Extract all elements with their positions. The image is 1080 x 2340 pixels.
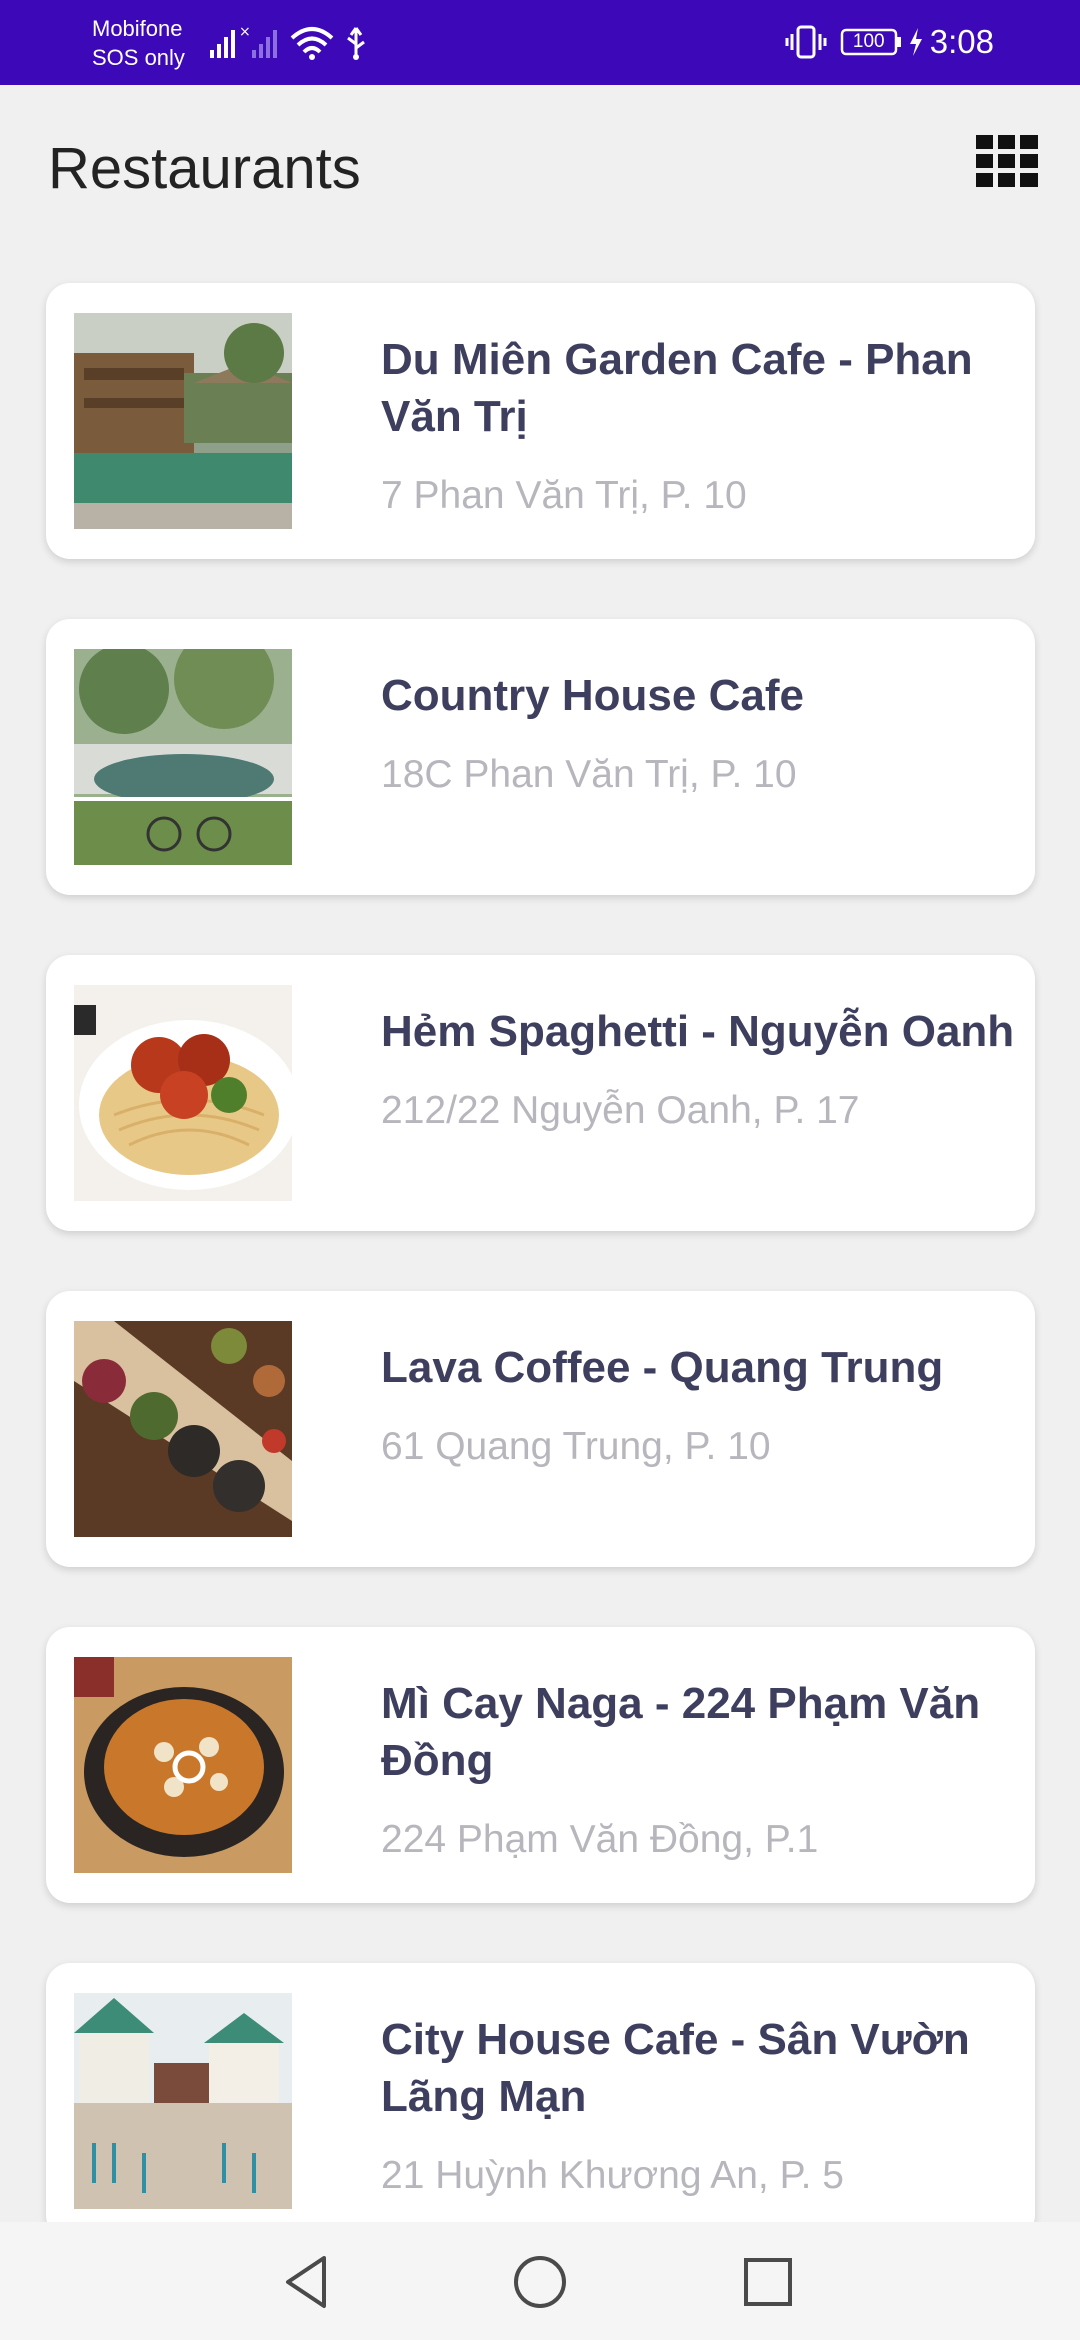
battery-level: 100 (852, 31, 885, 52)
restaurant-thumbnail (74, 985, 292, 1201)
restaurant-thumbnail (74, 313, 292, 529)
navigation-bar (0, 2222, 1080, 2340)
restaurant-card[interactable]: Mì Cay Naga - 224 Phạm Văn Đồng 224 Phạm… (46, 1627, 1035, 1903)
restaurant-text: Du Miên Garden Cafe - Phan Văn Trị 7 Pha… (381, 331, 1017, 521)
screen: Mobifone SOS only × 100 3:08 Restaurants… (0, 0, 1080, 2340)
back-triangle-icon (286, 2256, 326, 2308)
country-house-photo (74, 649, 292, 865)
restaurant-text: City House Cafe - Sân Vườn Lãng Mạn 21 H… (381, 2011, 1017, 2201)
city-house-photo (74, 1993, 292, 2209)
restaurant-thumbnail (74, 1657, 292, 1873)
restaurant-name: City House Cafe - Sân Vườn Lãng Mạn (381, 2015, 970, 2121)
restaurant-address: 212/22 Nguyễn Oanh, P. 17 (381, 1089, 860, 1132)
vibrate-icon (785, 25, 827, 59)
recents-button[interactable] (736, 2250, 800, 2314)
carrier-name: Mobifone (92, 16, 183, 41)
page-title: Restaurants (48, 136, 361, 201)
battery-icon: 100 (840, 26, 904, 58)
status-bar: Mobifone SOS only × 100 3:08 (0, 0, 1080, 85)
restaurant-address: 18C Phan Văn Trị, P. 10 (381, 753, 797, 796)
grid-view-button[interactable] (976, 135, 1038, 187)
restaurant-address: 224 Phạm Văn Đồng, P.1 (381, 1818, 819, 1861)
home-button[interactable] (508, 2250, 572, 2314)
restaurant-thumbnail (74, 1993, 292, 2209)
restaurant-card[interactable]: Hẻm Spaghetti - Nguyễn Oanh 212/22 Nguyễ… (46, 955, 1035, 1231)
home-circle-icon (514, 2256, 566, 2308)
recents-square-icon (744, 2258, 792, 2306)
restaurant-name: Hẻm Spaghetti - Nguyễn Oanh (381, 1007, 1015, 1056)
spaghetti-photo (74, 985, 292, 1201)
signal-bars-icon: × (210, 24, 365, 60)
restaurant-card[interactable]: Du Miên Garden Cafe - Phan Văn Trị 7 Pha… (46, 283, 1035, 559)
svg-text:×: × (239, 24, 251, 40)
carrier-info: Mobifone SOS only (92, 14, 185, 72)
restaurant-address: 61 Quang Trung, P. 10 (381, 1425, 771, 1468)
restaurant-name: Du Miên Garden Cafe - Phan Văn Trị (381, 335, 973, 441)
garden-cafe-photo (74, 313, 292, 529)
restaurant-text: Lava Coffee - Quang Trung 61 Quang Trung… (381, 1339, 1017, 1472)
right-status: 100 3:08 (784, 22, 994, 62)
restaurant-text: Mì Cay Naga - 224 Phạm Văn Đồng 224 Phạm… (381, 1675, 1017, 1865)
restaurant-text: Hẻm Spaghetti - Nguyễn Oanh 212/22 Nguyễ… (381, 1003, 1017, 1136)
restaurant-card[interactable]: Country House Cafe 18C Phan Văn Trị, P. … (46, 619, 1035, 895)
lava-cake-photo (74, 1321, 292, 1537)
back-button[interactable] (276, 2250, 340, 2314)
restaurant-card[interactable]: Lava Coffee - Quang Trung 61 Quang Trung… (46, 1291, 1035, 1567)
restaurant-thumbnail (74, 1321, 292, 1537)
restaurant-thumbnail (74, 649, 292, 865)
app-header: Restaurants (0, 85, 1080, 250)
restaurant-name: Country House Cafe (381, 671, 804, 720)
restaurant-text: Country House Cafe 18C Phan Văn Trị, P. … (381, 667, 1017, 800)
grid-icon (976, 135, 1038, 187)
signal-icons: × (208, 22, 378, 62)
charging-icon (909, 28, 922, 56)
spicy-noodle-photo (74, 1657, 292, 1873)
carrier-status: SOS only (92, 45, 185, 70)
restaurant-name: Mì Cay Naga - 224 Phạm Văn Đồng (381, 1679, 981, 1785)
restaurant-address: 7 Phan Văn Trị, P. 10 (381, 474, 747, 517)
clock: 3:08 (929, 23, 994, 60)
restaurant-name: Lava Coffee - Quang Trung (381, 1343, 944, 1392)
restaurant-card[interactable]: City House Cafe - Sân Vườn Lãng Mạn 21 H… (46, 1963, 1035, 2239)
restaurant-address: 21 Huỳnh Khương An, P. 5 (381, 2154, 844, 2197)
